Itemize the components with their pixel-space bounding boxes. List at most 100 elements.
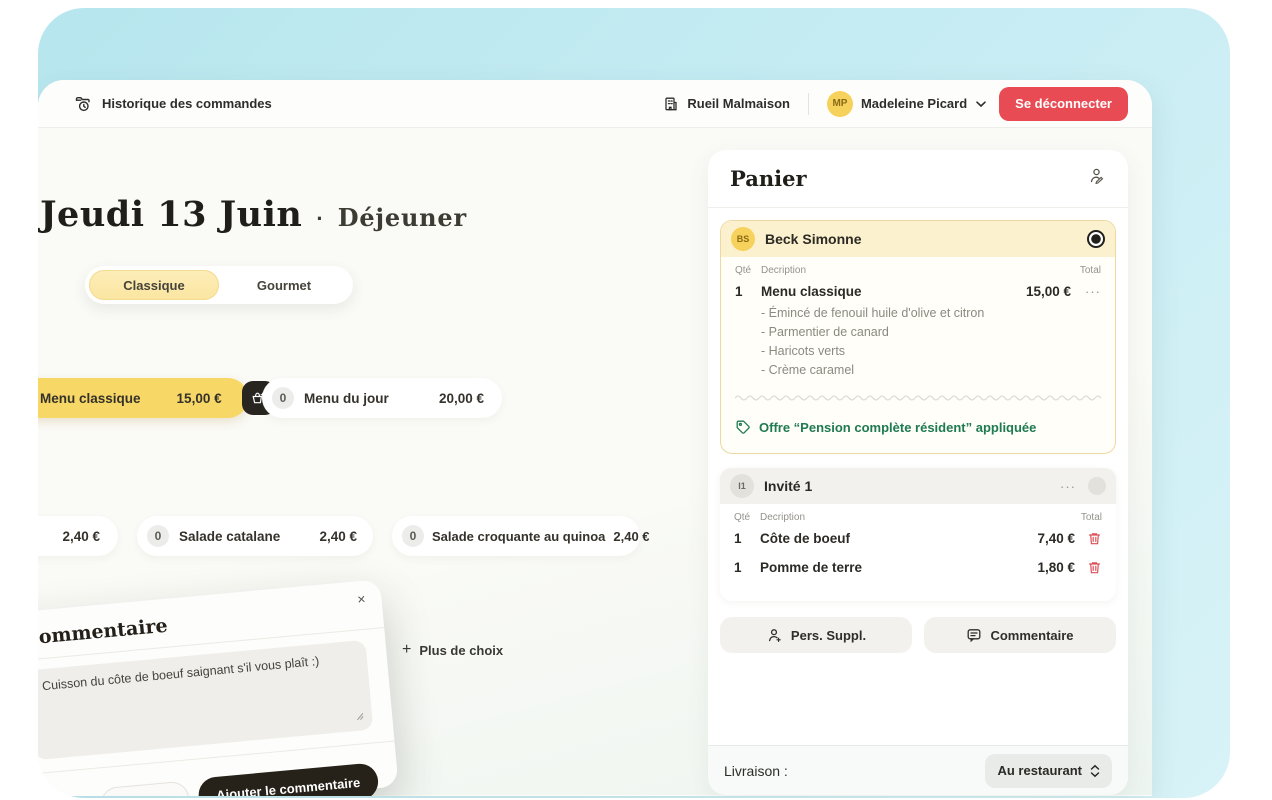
col-total: Total (1081, 512, 1102, 523)
user-avatar: MP (827, 91, 853, 117)
cart-comment-label: Commentaire (990, 628, 1073, 643)
cart-footer: Livraison : Au restaurant (708, 745, 1128, 795)
table-columns: Qté Decription Total (734, 512, 1102, 523)
resize-handle-icon[interactable] (355, 707, 365, 726)
offer-tag-icon (735, 419, 751, 435)
teal-backdrop: Historique des commandes Rueil Malm (38, 8, 1230, 798)
item-detail: - Haricots verts (761, 343, 1101, 360)
location: Rueil Malmaison (663, 96, 790, 112)
marketing-canvas: Historique des commandes Rueil Malm (0, 0, 1272, 800)
menu-item-label: Menu classique (40, 391, 141, 406)
quantity-badge: 0 (402, 525, 424, 547)
menu-item-salade-catalane[interactable]: 0 Salade catalane 2,40 € (137, 516, 373, 556)
cart-actions: Pers. Suppl. Commen (720, 615, 1116, 655)
cancel-button[interactable]: Annuler (100, 781, 190, 796)
guest-avatar: BS (731, 227, 755, 251)
item-detail: - Parmentier de canard (761, 324, 1101, 341)
menu-item-classique[interactable]: Menu classique 15,00 € (38, 378, 248, 418)
offer-row: Offre “Pension complète résident” appliq… (735, 415, 1101, 441)
menu-item-price: 20,00 € (439, 391, 484, 406)
trash-icon[interactable] (1087, 531, 1102, 546)
topbar-right: Rueil Malmaison MP Madeleine Picard Se d… (663, 87, 1128, 121)
menu-item-label: Salade croquante au quinoa (432, 529, 605, 544)
item-label: Côte de boeuf (760, 531, 850, 546)
cart-item-row: 1 Côte de boeuf 7,40 € (734, 531, 1102, 546)
col-qty: Qté (735, 265, 761, 276)
building-icon (663, 96, 679, 112)
guest-items: Qté Decription Total 1 Menu classique 15… (721, 257, 1115, 453)
trash-icon[interactable] (1087, 560, 1102, 575)
topbar-divider (808, 93, 809, 115)
item-detail: - Émincé de fenouil huile d'olive et cit… (761, 305, 1101, 322)
nav-history[interactable]: Historique des commandes (74, 95, 272, 113)
guest-name: Beck Simonne (765, 231, 861, 247)
cart-body: BS Beck Simonne Qté Decription (708, 208, 1128, 655)
close-icon[interactable]: × (357, 591, 367, 608)
delivery-value: Au restaurant (997, 763, 1082, 778)
menu-item-price: 15,00 € (177, 391, 222, 406)
col-total: Total (1080, 265, 1101, 276)
updown-chevron-icon (1090, 764, 1100, 778)
comment-modal-title: Commentaire (38, 597, 363, 650)
tab-gourmet[interactable]: Gourmet (219, 270, 349, 300)
cart-item-row: 1 Menu classique 15,00 € ··· (735, 284, 1101, 299)
offer-label: Offre “Pension complète résident” appliq… (759, 420, 1036, 435)
meal-title: Déjeuner (338, 203, 467, 232)
delivery-label: Livraison : (724, 763, 788, 779)
menu-item-label: Salade catalane (179, 529, 280, 544)
menu-item-salade-quinoa[interactable]: 0 Salade croquante au quinoa 2,40 € (392, 516, 640, 556)
person-plus-icon (766, 627, 783, 644)
item-price: 7,40 € (1037, 531, 1075, 546)
delivery-select[interactable]: Au restaurant (985, 754, 1112, 788)
item-price: 15,00 € (1026, 284, 1071, 299)
col-qty: Qté (734, 512, 760, 523)
nav-history-label: Historique des commandes (102, 96, 272, 111)
cart-item-row: 1 Pomme de terre 1,80 € (734, 560, 1102, 575)
order-history-icon (74, 95, 92, 113)
guest-name: Invité 1 (764, 478, 812, 494)
tab-classique[interactable]: Classique (89, 270, 219, 300)
comment-icon (966, 627, 982, 643)
guest-radio-unselected[interactable] (1088, 477, 1106, 495)
menu-item-clipped-salade[interactable]: 2,40 € (38, 516, 118, 556)
guest-card-invite-1: I1 Invité 1 ··· Qté Decription (720, 468, 1116, 601)
plus-icon: + (402, 641, 411, 659)
guest-avatar: I1 (730, 474, 754, 498)
cart-header: Panier (708, 150, 1128, 208)
add-comment-button[interactable]: Ajouter le commentaire (197, 762, 380, 796)
menu-item-price: 2,40 € (613, 529, 649, 544)
guest-items: Qté Decription Total 1 Côte de boeuf 7,4… (720, 504, 1116, 601)
guest-radio-selected[interactable] (1087, 230, 1105, 248)
item-qty: 1 (734, 531, 760, 546)
user-menu[interactable]: MP Madeleine Picard (827, 91, 987, 117)
menu-item-price: 2,40 € (319, 529, 357, 544)
edit-guest-icon[interactable] (1086, 166, 1106, 191)
more-choices-link[interactable]: + Plus de choix (402, 641, 503, 659)
menu-item-du-jour[interactable]: 0 Menu du jour 20,00 € (262, 378, 502, 418)
item-detail: - Crème caramel (761, 362, 1101, 379)
main-content: Jeudi 13 Juin · Déjeuner Classique Gourm… (38, 128, 1152, 795)
guest-header[interactable]: I1 Invité 1 ··· (720, 468, 1116, 504)
item-qty: 1 (734, 560, 760, 575)
logout-button[interactable]: Se déconnecter (999, 87, 1128, 121)
guest-more-menu[interactable]: ··· (1060, 479, 1076, 494)
topbar: Historique des commandes Rueil Malm (38, 80, 1152, 128)
item-qty: 1 (735, 284, 761, 299)
quantity-badge: 0 (147, 525, 169, 547)
col-desc: Decription (761, 265, 806, 276)
guest-card-beck-simonne: BS Beck Simonne Qté Decription (720, 220, 1116, 454)
location-label: Rueil Malmaison (687, 96, 790, 111)
comment-textarea[interactable]: Cuisson du côte de boeuf saignant s'il v… (38, 640, 373, 760)
guest-header[interactable]: BS Beck Simonne (721, 221, 1115, 257)
date-title: Jeudi 13 Juin (40, 194, 302, 235)
add-person-button[interactable]: Pers. Suppl. (720, 617, 912, 653)
item-more-menu[interactable]: ··· (1085, 284, 1101, 299)
menu-item-price: 2,40 € (62, 529, 100, 544)
page-title: Jeudi 13 Juin · Déjeuner (40, 194, 467, 235)
cart-title: Panier (730, 166, 807, 191)
user-name: Madeleine Picard (861, 96, 967, 111)
table-columns: Qté Decription Total (735, 265, 1101, 276)
quantity-badge: 0 (272, 387, 294, 409)
title-dot: · (316, 206, 323, 232)
cart-comment-button[interactable]: Commentaire (924, 617, 1116, 653)
